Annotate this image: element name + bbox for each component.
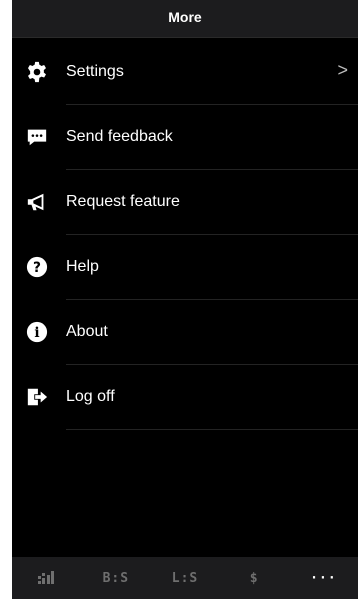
- tab-dashboard[interactable]: [12, 557, 81, 599]
- menu-item-request-feature[interactable]: Request feature: [12, 170, 358, 235]
- menu-item-label: Send feedback: [66, 128, 173, 145]
- bottom-tab-bar: B:S L:S $ ···: [12, 557, 358, 599]
- question-circle-icon: ?: [26, 256, 48, 278]
- tab-l-s[interactable]: L:S: [150, 557, 219, 599]
- svg-text:?: ?: [33, 260, 41, 276]
- menu-item-log-off[interactable]: Log off: [12, 365, 358, 430]
- logout-icon: [26, 386, 48, 408]
- menu-item-label: About: [66, 323, 108, 340]
- annotation-label: More: [290, 502, 350, 530]
- menu-item-help[interactable]: ? Help: [12, 235, 358, 300]
- chat-bubble-icon: [26, 126, 48, 148]
- dashboard-icon: [37, 571, 56, 585]
- menu-item-label: Help: [66, 258, 99, 275]
- svg-text:i: i: [34, 325, 39, 341]
- info-circle-icon: i: [26, 321, 48, 343]
- menu-item-settings[interactable]: Settings >: [12, 40, 358, 105]
- chevron-right-icon: >: [337, 60, 348, 80]
- menu-item-label: Request feature: [66, 193, 180, 210]
- tab-more[interactable]: ···: [289, 557, 358, 599]
- arrow-down-icon: [308, 531, 332, 549]
- menu-item-label: Settings: [66, 63, 124, 80]
- megaphone-icon: [26, 191, 48, 213]
- divider: [66, 429, 358, 430]
- tab-b-s[interactable]: B:S: [81, 557, 150, 599]
- more-menu: Settings > Send feedback Request feature…: [12, 40, 358, 430]
- menu-item-label: Log off: [66, 388, 115, 405]
- top-bar: More: [12, 0, 358, 38]
- app-screen: More Settings > Send feedback Request fe…: [12, 0, 358, 599]
- menu-item-send-feedback[interactable]: Send feedback: [12, 105, 358, 170]
- tab-dollar[interactable]: $: [220, 557, 289, 599]
- gear-icon: [26, 61, 48, 83]
- menu-item-about[interactable]: i About: [12, 300, 358, 365]
- page-title: More: [168, 9, 202, 25]
- more-annotation: More: [285, 503, 355, 549]
